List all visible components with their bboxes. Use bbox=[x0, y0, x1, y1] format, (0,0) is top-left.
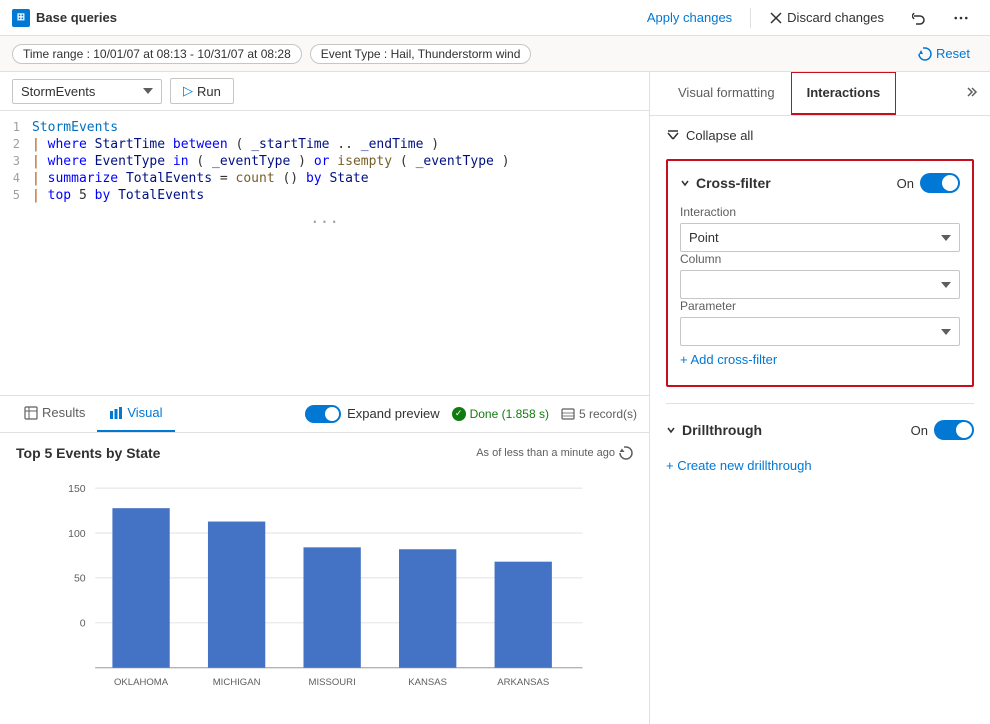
cross-filter-toggle[interactable]: On bbox=[897, 173, 960, 193]
svg-text:ARKANSAS: ARKANSAS bbox=[497, 676, 549, 687]
add-cross-filter-button[interactable]: + Add cross-filter bbox=[680, 346, 777, 373]
tab-results[interactable]: Results bbox=[12, 396, 97, 432]
code-line-1: 1 StormEvents bbox=[0, 119, 649, 136]
dataset-select[interactable]: StormEvents bbox=[12, 79, 162, 104]
chevron-down-icon bbox=[143, 88, 153, 94]
app-title: Base queries bbox=[36, 10, 117, 25]
create-drillthrough-button[interactable]: + Create new drillthrough bbox=[666, 452, 812, 479]
cross-filter-header: Cross-filter On bbox=[680, 173, 960, 193]
interaction-select[interactable]: Point bbox=[680, 223, 960, 252]
right-panel-content: Collapse all Cross-filter On bbox=[650, 116, 990, 724]
tab-visual[interactable]: Visual bbox=[97, 396, 174, 432]
code-ellipsis: ... bbox=[0, 204, 649, 231]
records-icon bbox=[561, 407, 575, 421]
drillthrough-title: Drillthrough bbox=[682, 422, 911, 438]
collapse-icon bbox=[666, 129, 680, 143]
right-panel: Visual formatting Interactions Co bbox=[650, 72, 990, 724]
reset-icon bbox=[918, 47, 932, 61]
svg-text:OKLAHOMA: OKLAHOMA bbox=[114, 676, 169, 687]
svg-text:0: 0 bbox=[80, 617, 86, 629]
separator bbox=[750, 8, 751, 28]
section-divider bbox=[666, 403, 974, 404]
chart-timestamp: As of less than a minute ago bbox=[476, 446, 633, 460]
interaction-field: Interaction Point bbox=[680, 205, 960, 252]
svg-text:100: 100 bbox=[68, 527, 86, 539]
cross-filter-chevron[interactable] bbox=[680, 176, 690, 191]
done-status: ✓ Done (1.858 s) bbox=[452, 407, 549, 421]
code-line-2: 2 | where StartTime between ( _startTime… bbox=[0, 136, 649, 153]
collapse-all-row[interactable]: Collapse all bbox=[666, 128, 974, 143]
run-button[interactable]: ▷ Run bbox=[170, 78, 234, 104]
top-bar: ⊞ Base queries Apply changes Discard cha… bbox=[0, 0, 990, 36]
cross-filter-toggle-switch[interactable] bbox=[920, 173, 960, 193]
svg-text:150: 150 bbox=[68, 482, 86, 494]
parameter-select[interactable] bbox=[680, 317, 960, 346]
undo-button[interactable] bbox=[902, 7, 936, 29]
right-panel-tabs: Visual formatting Interactions bbox=[650, 72, 990, 116]
bottom-tabs: Results Visual Expand preview ✓ Done (1.… bbox=[0, 395, 649, 433]
time-range-filter[interactable]: Time range : 10/01/07 at 08:13 - 10/31/0… bbox=[12, 44, 302, 64]
visual-icon bbox=[109, 406, 123, 420]
column-select[interactable] bbox=[680, 270, 960, 299]
expand-toggle-switch[interactable] bbox=[305, 405, 341, 423]
app-logo: ⊞ Base queries bbox=[12, 9, 117, 27]
left-panel: StormEvents ▷ Run 1 StormEvents 2 | bbox=[0, 72, 650, 724]
more-tabs-button[interactable] bbox=[962, 84, 978, 103]
svg-text:MISSOURI: MISSOURI bbox=[309, 676, 356, 687]
parameter-label: Parameter bbox=[680, 299, 960, 313]
discard-icon bbox=[769, 11, 783, 25]
column-label: Column bbox=[680, 252, 960, 266]
main-layout: StormEvents ▷ Run 1 StormEvents 2 | bbox=[0, 72, 990, 724]
code-line-4: 4 | summarize TotalEvents = count () by … bbox=[0, 170, 649, 187]
event-type-filter[interactable]: Event Type : Hail, Thunderstorm wind bbox=[310, 44, 532, 64]
chart-title-bar: Top 5 Events by State As of less than a … bbox=[16, 445, 633, 461]
refresh-icon[interactable] bbox=[619, 446, 633, 460]
tab-interactions[interactable]: Interactions bbox=[791, 72, 897, 115]
drillthrough-section: Drillthrough On + Create new drillthroug… bbox=[666, 420, 974, 479]
play-icon: ▷ bbox=[183, 83, 193, 99]
code-editor[interactable]: 1 StormEvents 2 | where StartTime betwee… bbox=[0, 111, 649, 395]
discard-changes-button[interactable]: Discard changes bbox=[759, 6, 894, 29]
query-toolbar: StormEvents ▷ Run bbox=[0, 72, 649, 111]
tab-visual-formatting[interactable]: Visual formatting bbox=[662, 72, 791, 115]
logo-icon: ⊞ bbox=[12, 9, 30, 27]
drillthrough-chevron[interactable] bbox=[666, 423, 676, 438]
chevron-down-icon bbox=[666, 425, 676, 435]
filter-bar: Time range : 10/01/07 at 08:13 - 10/31/0… bbox=[0, 36, 990, 72]
reset-button[interactable]: Reset bbox=[910, 42, 978, 65]
records-count: 5 record(s) bbox=[561, 407, 637, 421]
chevron-down-icon bbox=[680, 178, 690, 188]
expand-preview-toggle[interactable]: Expand preview bbox=[305, 405, 440, 423]
bar-chart: 150 100 50 0 OKLAHOMA MICHIGAN MISSOURI … bbox=[16, 469, 633, 724]
svg-text:50: 50 bbox=[74, 572, 86, 584]
column-field: Column bbox=[680, 252, 960, 299]
cross-filter-title: Cross-filter bbox=[696, 175, 897, 191]
code-line-5: 5 | top 5 by TotalEvents bbox=[0, 187, 649, 204]
results-icon bbox=[24, 406, 38, 420]
code-line-3: 3 | where EventType in ( _eventType ) or… bbox=[0, 153, 649, 170]
drillthrough-toggle[interactable]: On bbox=[911, 420, 974, 440]
undo-icon bbox=[912, 11, 926, 25]
chart-area: Top 5 Events by State As of less than a … bbox=[0, 433, 649, 724]
svg-text:KANSAS: KANSAS bbox=[408, 676, 447, 687]
apply-changes-button[interactable]: Apply changes bbox=[637, 6, 742, 29]
cross-filter-section: Cross-filter On Interaction Point Column bbox=[666, 159, 974, 387]
interaction-label: Interaction bbox=[680, 205, 960, 219]
svg-text:MICHIGAN: MICHIGAN bbox=[213, 676, 261, 687]
more-icon bbox=[954, 11, 968, 25]
check-icon: ✓ bbox=[452, 407, 466, 421]
chart-title: Top 5 Events by State bbox=[16, 445, 160, 461]
parameter-field: Parameter bbox=[680, 299, 960, 346]
more-button[interactable] bbox=[944, 7, 978, 29]
chevron-right-icon bbox=[962, 84, 978, 100]
drillthrough-toggle-switch[interactable] bbox=[934, 420, 974, 440]
drillthrough-header: Drillthrough On bbox=[666, 420, 974, 440]
